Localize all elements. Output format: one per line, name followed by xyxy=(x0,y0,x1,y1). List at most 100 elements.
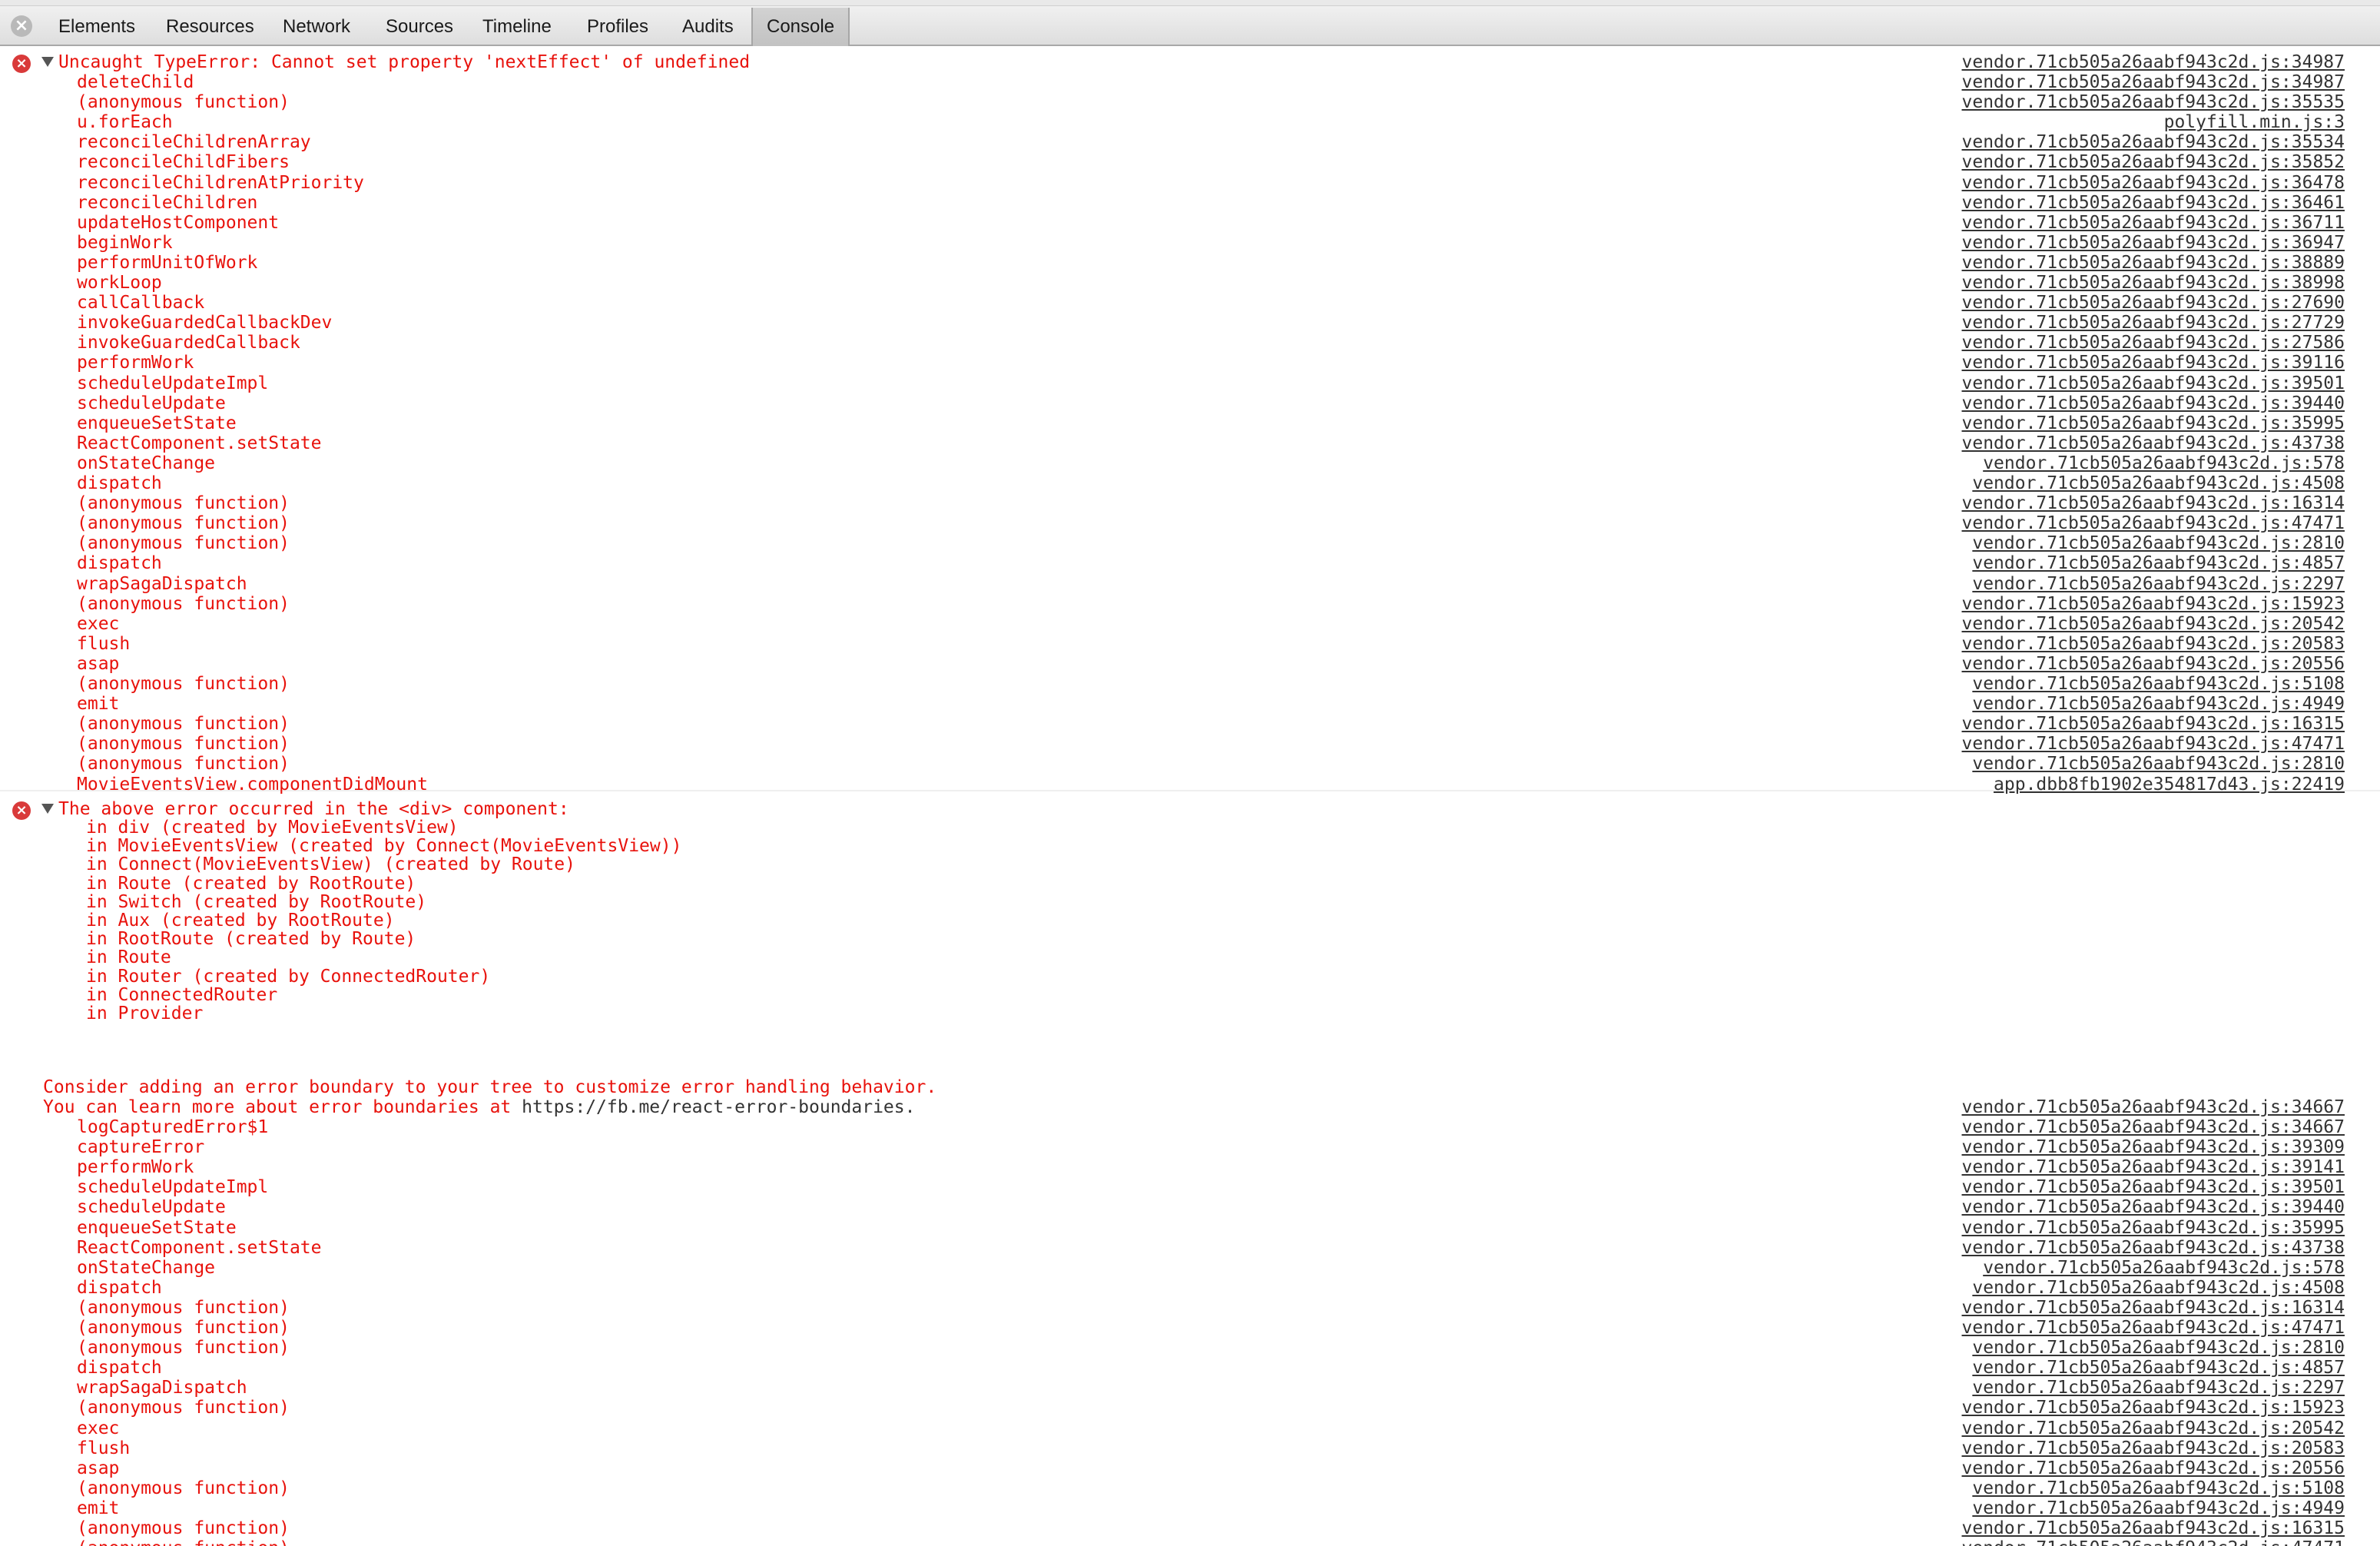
console-error-message: × The above error occurred in the <div> … xyxy=(0,793,2380,1546)
stack-frame-function: dispatch xyxy=(77,473,162,493)
tab-console[interactable]: Console xyxy=(751,8,850,46)
disclosure-triangle-icon[interactable] xyxy=(41,57,54,67)
source-link[interactable]: app.dbb8fb1902e354817d43.js:22419 xyxy=(1994,775,2345,795)
stack-frame-function: scheduleUpdate xyxy=(77,1197,226,1218)
source-link[interactable]: vendor.71cb505a26aabf943c2d.js:35995 xyxy=(1962,1218,2345,1238)
source-link[interactable]: vendor.71cb505a26aabf943c2d.js:16314 xyxy=(1962,1298,2345,1318)
error-boundary-advice-line2: You can learn more about error boundarie… xyxy=(43,1097,915,1117)
source-link[interactable]: vendor.71cb505a26aabf943c2d.js:35534 xyxy=(1962,132,2345,152)
source-link[interactable]: vendor.71cb505a26aabf943c2d.js:47471 xyxy=(1962,734,2345,754)
source-link[interactable]: vendor.71cb505a26aabf943c2d.js:20583 xyxy=(1962,1438,2345,1458)
tab-audits[interactable]: Audits xyxy=(668,8,747,46)
close-icon[interactable]: × xyxy=(11,15,32,37)
source-link[interactable]: vendor.71cb505a26aabf943c2d.js:4857 xyxy=(1972,553,2345,573)
source-link[interactable]: vendor.71cb505a26aabf943c2d.js:39501 xyxy=(1962,1177,2345,1197)
source-link[interactable]: vendor.71cb505a26aabf943c2d.js:36947 xyxy=(1962,233,2345,253)
source-link[interactable]: vendor.71cb505a26aabf943c2d.js:39440 xyxy=(1962,1197,2345,1217)
source-link[interactable]: vendor.71cb505a26aabf943c2d.js:43738 xyxy=(1962,1238,2345,1258)
tab-profiles[interactable]: Profiles xyxy=(573,8,662,46)
stack-frame-function: emit xyxy=(77,1498,120,1518)
source-link[interactable]: vendor.71cb505a26aabf943c2d.js:39309 xyxy=(1962,1137,2345,1157)
stack-frame-function: wrapSagaDispatch xyxy=(77,573,247,594)
source-link[interactable]: polyfill.min.js:3 xyxy=(2164,112,2345,132)
tab-timeline[interactable]: Timeline xyxy=(469,8,565,46)
source-link[interactable]: vendor.71cb505a26aabf943c2d.js:16314 xyxy=(1962,493,2345,513)
source-link[interactable]: vendor.71cb505a26aabf943c2d.js:38889 xyxy=(1962,253,2345,273)
source-link[interactable]: vendor.71cb505a26aabf943c2d.js:5108 xyxy=(1972,1478,2345,1498)
source-link[interactable]: vendor.71cb505a26aabf943c2d.js:27690 xyxy=(1962,293,2345,313)
source-link[interactable]: vendor.71cb505a26aabf943c2d.js:578 xyxy=(1983,453,2345,473)
source-link[interactable]: vendor.71cb505a26aabf943c2d.js:35995 xyxy=(1962,413,2345,433)
console-panel[interactable]: × Uncaught TypeError: Cannot set propert… xyxy=(0,48,2380,1546)
disclosure-triangle-icon[interactable] xyxy=(41,804,54,814)
source-link[interactable]: vendor.71cb505a26aabf943c2d.js:2810 xyxy=(1972,1338,2345,1358)
stack-frame-function: u.forEach xyxy=(77,112,173,133)
source-link[interactable]: vendor.71cb505a26aabf943c2d.js:20556 xyxy=(1962,1458,2345,1478)
source-link[interactable]: vendor.71cb505a26aabf943c2d.js:35535 xyxy=(1962,92,2345,112)
source-link[interactable]: vendor.71cb505a26aabf943c2d.js:4508 xyxy=(1972,1278,2345,1298)
source-link[interactable]: vendor.71cb505a26aabf943c2d.js:34987 xyxy=(1962,52,2345,72)
stack-frame-function: logCapturedError$1 xyxy=(77,1117,269,1137)
source-link[interactable]: vendor.71cb505a26aabf943c2d.js:20542 xyxy=(1962,1418,2345,1438)
source-link[interactable]: vendor.71cb505a26aabf943c2d.js:20583 xyxy=(1962,634,2345,654)
stack-frame-function: (anonymous function) xyxy=(77,1478,290,1498)
stack-frame-function: dispatch xyxy=(77,1358,162,1378)
source-link[interactable]: vendor.71cb505a26aabf943c2d.js:38998 xyxy=(1962,273,2345,293)
source-link[interactable]: vendor.71cb505a26aabf943c2d.js:27729 xyxy=(1962,313,2345,333)
component-stack-line: in Route xyxy=(86,947,171,968)
source-link[interactable]: vendor.71cb505a26aabf943c2d.js:4949 xyxy=(1972,1498,2345,1518)
stack-frame-function: enqueueSetState xyxy=(77,1217,237,1238)
stack-frame-function: updateHostComponent xyxy=(77,212,280,233)
source-link[interactable]: vendor.71cb505a26aabf943c2d.js:47471 xyxy=(1962,1318,2345,1338)
source-link[interactable]: vendor.71cb505a26aabf943c2d.js:39141 xyxy=(1962,1157,2345,1177)
source-link[interactable]: vendor.71cb505a26aabf943c2d.js:43738 xyxy=(1962,433,2345,453)
source-link[interactable]: vendor.71cb505a26aabf943c2d.js:35852 xyxy=(1962,152,2345,172)
stack-frame-function: (anonymous function) xyxy=(77,1518,290,1538)
stack-frame-function: reconcileChildren xyxy=(77,192,258,213)
source-link[interactable]: vendor.71cb505a26aabf943c2d.js:34987 xyxy=(1962,72,2345,92)
stack-frame-function: (anonymous function) xyxy=(77,1338,290,1359)
tab-network[interactable]: Network xyxy=(269,8,364,46)
source-link[interactable]: vendor.71cb505a26aabf943c2d.js:36461 xyxy=(1962,193,2345,213)
source-link[interactable]: vendor.71cb505a26aabf943c2d.js:4508 xyxy=(1972,473,2345,493)
stack-frame-function: captureError xyxy=(77,1137,205,1158)
source-link[interactable]: vendor.71cb505a26aabf943c2d.js:47471 xyxy=(1962,1538,2345,1546)
tab-resources[interactable]: Resources xyxy=(152,8,268,46)
source-link[interactable]: vendor.71cb505a26aabf943c2d.js:578 xyxy=(1983,1258,2345,1278)
tab-sources[interactable]: Sources xyxy=(372,8,467,46)
source-link[interactable]: vendor.71cb505a26aabf943c2d.js:36478 xyxy=(1962,173,2345,193)
source-link[interactable]: vendor.71cb505a26aabf943c2d.js:2810 xyxy=(1972,533,2345,553)
stack-frame-function: scheduleUpdate xyxy=(77,393,226,413)
stack-frame-function: (anonymous function) xyxy=(77,674,290,694)
source-link[interactable]: vendor.71cb505a26aabf943c2d.js:27586 xyxy=(1962,333,2345,353)
source-link[interactable]: vendor.71cb505a26aabf943c2d.js:5108 xyxy=(1972,674,2345,694)
stack-frame-function: onStateChange xyxy=(77,1257,216,1278)
stack-frame-function: performUnitOfWork xyxy=(77,252,258,273)
source-link[interactable]: vendor.71cb505a26aabf943c2d.js:20556 xyxy=(1962,654,2345,674)
source-link[interactable]: vendor.71cb505a26aabf943c2d.js:4857 xyxy=(1972,1358,2345,1378)
source-link[interactable]: vendor.71cb505a26aabf943c2d.js:20542 xyxy=(1962,614,2345,634)
component-stack-line: in Aux (created by RootRoute) xyxy=(86,911,395,931)
source-link[interactable]: vendor.71cb505a26aabf943c2d.js:34667 xyxy=(1962,1097,2345,1117)
source-link[interactable]: vendor.71cb505a26aabf943c2d.js:16315 xyxy=(1962,714,2345,734)
source-link[interactable]: vendor.71cb505a26aabf943c2d.js:15923 xyxy=(1962,594,2345,614)
source-link[interactable]: vendor.71cb505a26aabf943c2d.js:15923 xyxy=(1962,1398,2345,1418)
stack-frame-function: invokeGuardedCallback xyxy=(77,333,300,353)
stack-frame-function: flush xyxy=(77,1438,131,1458)
source-link[interactable]: vendor.71cb505a26aabf943c2d.js:2810 xyxy=(1972,754,2345,774)
source-link[interactable]: vendor.71cb505a26aabf943c2d.js:39501 xyxy=(1962,373,2345,393)
component-stack-line: in RootRoute (created by Route) xyxy=(86,929,416,950)
stack-frame-function: (anonymous function) xyxy=(77,593,290,614)
tab-elements[interactable]: Elements xyxy=(45,8,149,46)
source-link[interactable]: vendor.71cb505a26aabf943c2d.js:2297 xyxy=(1972,1378,2345,1398)
source-link[interactable]: vendor.71cb505a26aabf943c2d.js:4949 xyxy=(1972,694,2345,714)
source-link[interactable]: vendor.71cb505a26aabf943c2d.js:16315 xyxy=(1962,1518,2345,1538)
source-link[interactable]: vendor.71cb505a26aabf943c2d.js:47471 xyxy=(1962,513,2345,533)
source-link[interactable]: vendor.71cb505a26aabf943c2d.js:34667 xyxy=(1962,1117,2345,1137)
source-link[interactable]: vendor.71cb505a26aabf943c2d.js:2297 xyxy=(1972,574,2345,594)
source-link[interactable]: vendor.71cb505a26aabf943c2d.js:39116 xyxy=(1962,353,2345,373)
stack-frame-function: asap xyxy=(77,1458,120,1478)
source-link[interactable]: vendor.71cb505a26aabf943c2d.js:36711 xyxy=(1962,213,2345,233)
advice-url[interactable]: https://fb.me/react-error-boundaries. xyxy=(522,1097,915,1117)
source-link[interactable]: vendor.71cb505a26aabf943c2d.js:39440 xyxy=(1962,393,2345,413)
